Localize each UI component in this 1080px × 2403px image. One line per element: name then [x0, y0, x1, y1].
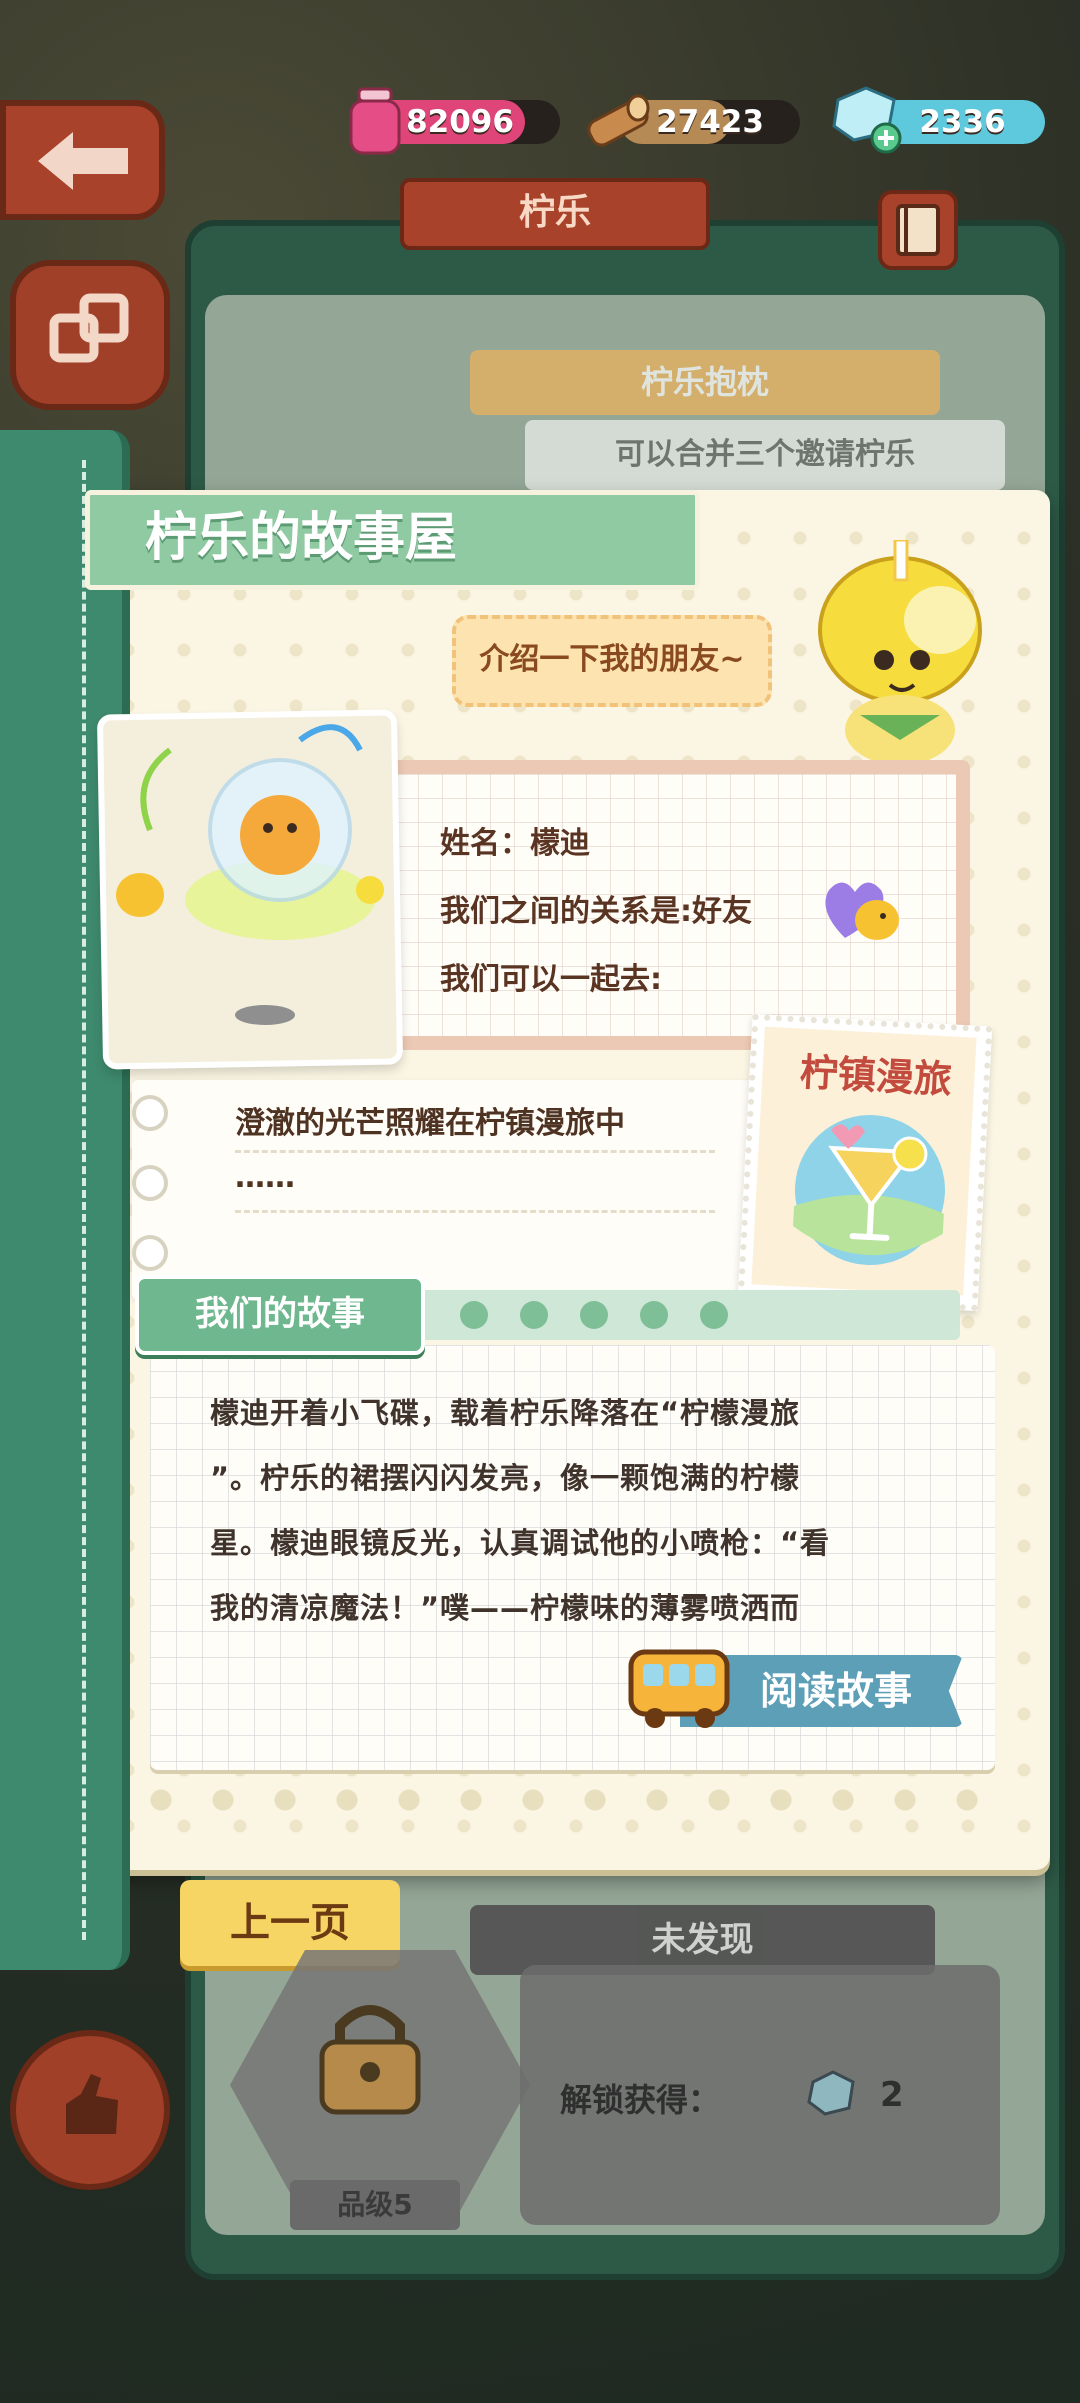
grade-label: 品级5 — [290, 2180, 460, 2230]
layers-button[interactable] — [10, 260, 170, 410]
hand-button[interactable] — [10, 2030, 170, 2190]
book-button[interactable] — [878, 190, 958, 270]
story-line-2: ”。柠乐的裙摆闪闪发亮，像一颗饱满的柠檬 — [210, 1461, 801, 1495]
wood-count: 27423 — [656, 104, 764, 140]
unlock-reward-label: 解锁获得： — [560, 2081, 721, 2119]
book-cover — [0, 430, 130, 1970]
footer-pattern — [130, 1770, 1010, 1830]
wood-log-icon — [587, 94, 650, 147]
ring-1 — [132, 1095, 168, 1131]
desc-dash-2 — [235, 1210, 715, 1213]
intro-bubble: 介绍一下我的朋友~ — [452, 615, 772, 707]
book-icon — [896, 204, 940, 256]
panel-title: 柠乐 — [400, 178, 710, 250]
jam-jar-icon — [349, 87, 401, 155]
book-stitch — [82, 460, 86, 1940]
ring-3 — [132, 1235, 168, 1271]
gem-count: 2336 — [919, 104, 1006, 140]
our-story-tag: 我们的故事 — [135, 1275, 425, 1355]
dot — [580, 1301, 608, 1329]
panel-hint: 可以合并三个邀请柠乐 — [525, 420, 1005, 490]
bus-icon[interactable] — [625, 1640, 735, 1732]
dot — [700, 1301, 728, 1329]
gem-icon — [807, 2070, 855, 2116]
description-line-1: 澄澈的光芒照耀在柠镇漫旅中 — [235, 1106, 625, 1141]
heart-chick-icon — [825, 882, 899, 940]
stamp-title: 柠镇漫旅 — [798, 1050, 953, 1102]
friend-name: 姓名：檬迪 — [440, 826, 590, 861]
back-button[interactable] — [0, 100, 165, 220]
story-line-4: 我的清凉魔法！”噗——柠檬味的薄雾喷洒而 — [210, 1591, 801, 1625]
hand-icon — [66, 2074, 118, 2134]
dot — [520, 1301, 548, 1329]
dots-strip — [420, 1290, 960, 1340]
ring-2 — [132, 1165, 168, 1201]
friend-destination: 我们可以一起去: — [440, 962, 662, 997]
dot — [460, 1301, 488, 1329]
gem-icon[interactable] — [826, 82, 906, 156]
panel-subtitle: 柠乐抱枕 — [470, 350, 940, 415]
layers-icon — [49, 293, 129, 363]
jam-count: 82096 — [406, 104, 514, 140]
desc-dash-1 — [235, 1150, 715, 1153]
dot — [640, 1301, 668, 1329]
friend-relation: 我们之间的关系是:好友 — [440, 894, 752, 929]
story-house-title: 柠乐的故事屋 — [85, 490, 700, 590]
description-line-2: …… — [235, 1160, 295, 1195]
lock-icon — [319, 2005, 421, 2115]
lemon-character — [818, 540, 982, 765]
back-arrow-icon — [38, 132, 128, 190]
unlock-reward-count: 2 — [880, 2075, 904, 2115]
lemonade-icon — [793, 1115, 945, 1265]
friend-portrait — [116, 724, 384, 1025]
story-line-1: 檬迪开着小飞碟，载着柠乐降落在“柠檬漫旅 — [210, 1396, 801, 1430]
story-line-3: 星。檬迪眼镜反光，认真调试他的小喷枪：“看 — [210, 1526, 831, 1560]
